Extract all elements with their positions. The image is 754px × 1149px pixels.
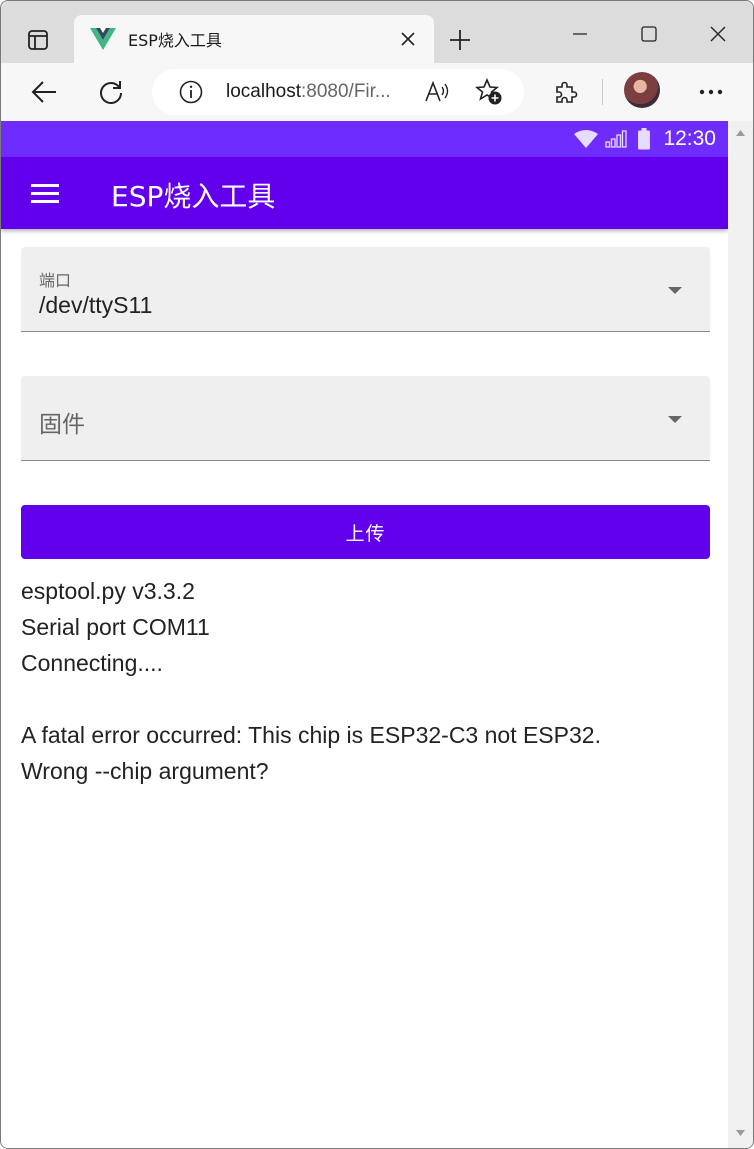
port-select-value: /dev/ttyS11 xyxy=(39,292,153,318)
plus-icon xyxy=(450,30,470,50)
output-log: esptool.py v3.3.2 Serial port COM11 Conn… xyxy=(21,573,721,789)
minimize-button[interactable] xyxy=(565,19,595,49)
more-dots-icon xyxy=(699,89,723,95)
close-window-button[interactable] xyxy=(703,19,733,49)
log-line: Connecting.... xyxy=(21,650,163,676)
scroll-up-arrow-icon[interactable] xyxy=(735,129,746,137)
firmware-select-placeholder: 固件 xyxy=(39,412,85,438)
battery-icon xyxy=(638,128,651,150)
refresh-button[interactable] xyxy=(94,75,128,109)
dropdown-arrow-icon[interactable] xyxy=(668,416,682,423)
url-path: :8080/Fir... xyxy=(301,81,391,102)
app-bar: ESP烧入工具 xyxy=(1,157,728,229)
tab-actions-icon xyxy=(28,30,48,50)
status-time: 12:30 xyxy=(663,127,716,150)
tab-close-button[interactable] xyxy=(396,27,420,51)
url-text: localhost:8080/Fir... xyxy=(226,81,391,103)
wifi-icon xyxy=(574,130,599,148)
toolbar-separator xyxy=(602,79,603,105)
vertical-scrollbar[interactable] xyxy=(728,121,753,1148)
upload-button[interactable]: 上传 xyxy=(21,505,710,559)
hamburger-menu-icon[interactable] xyxy=(29,179,61,207)
app-title: ESP烧入工具 xyxy=(111,180,276,213)
port-select-label: 端口 xyxy=(39,271,72,290)
refresh-icon xyxy=(100,81,122,104)
maximize-icon xyxy=(641,26,657,42)
new-tab-button[interactable] xyxy=(445,25,475,55)
read-aloud-icon[interactable] xyxy=(424,80,450,104)
favorite-add-icon[interactable] xyxy=(475,78,503,106)
maximize-button[interactable] xyxy=(634,19,664,49)
info-icon[interactable] xyxy=(179,80,203,104)
back-button[interactable] xyxy=(27,75,61,109)
active-tab[interactable]: ESP烧入工具 xyxy=(74,15,434,63)
extensions-button[interactable] xyxy=(549,75,583,109)
puzzle-icon xyxy=(556,81,578,103)
mobile-status-bar: 12:30 xyxy=(1,121,728,157)
tab-strip: ESP烧入工具 xyxy=(1,1,753,63)
vue-logo-icon xyxy=(90,28,116,50)
address-bar[interactable]: localhost:8080/Fir... xyxy=(152,69,524,115)
close-window-icon xyxy=(710,26,726,42)
tab-title: ESP烧入工具 xyxy=(128,31,222,50)
dropdown-arrow-icon[interactable] xyxy=(668,287,682,294)
browser-window: ESP烧入工具 localhost:8080/Fir... 12:30 ESP烧… xyxy=(0,0,754,1149)
log-line: A fatal error occurred: This chip is ESP… xyxy=(21,722,601,748)
scroll-down-arrow-icon[interactable] xyxy=(735,1129,746,1137)
close-icon xyxy=(401,32,415,46)
page-viewport: 12:30 ESP烧入工具 端口 /dev/ttyS11 固件 上传 espto… xyxy=(1,121,728,1148)
port-select[interactable]: 端口 /dev/ttyS11 xyxy=(21,247,710,332)
firmware-select[interactable]: 固件 xyxy=(21,376,710,461)
log-line: Wrong --chip argument? xyxy=(21,758,269,784)
minimize-icon xyxy=(573,33,587,35)
log-line: Serial port COM11 xyxy=(21,614,210,640)
tab-actions-button[interactable] xyxy=(21,23,55,57)
url-host: localhost xyxy=(226,81,301,102)
browser-toolbar: localhost:8080/Fir... xyxy=(1,63,753,121)
profile-avatar[interactable] xyxy=(624,72,660,108)
signal-icon xyxy=(605,130,628,148)
more-menu-button[interactable] xyxy=(694,75,728,109)
arrow-left-icon xyxy=(31,81,56,103)
log-line: esptool.py v3.3.2 xyxy=(21,578,195,604)
